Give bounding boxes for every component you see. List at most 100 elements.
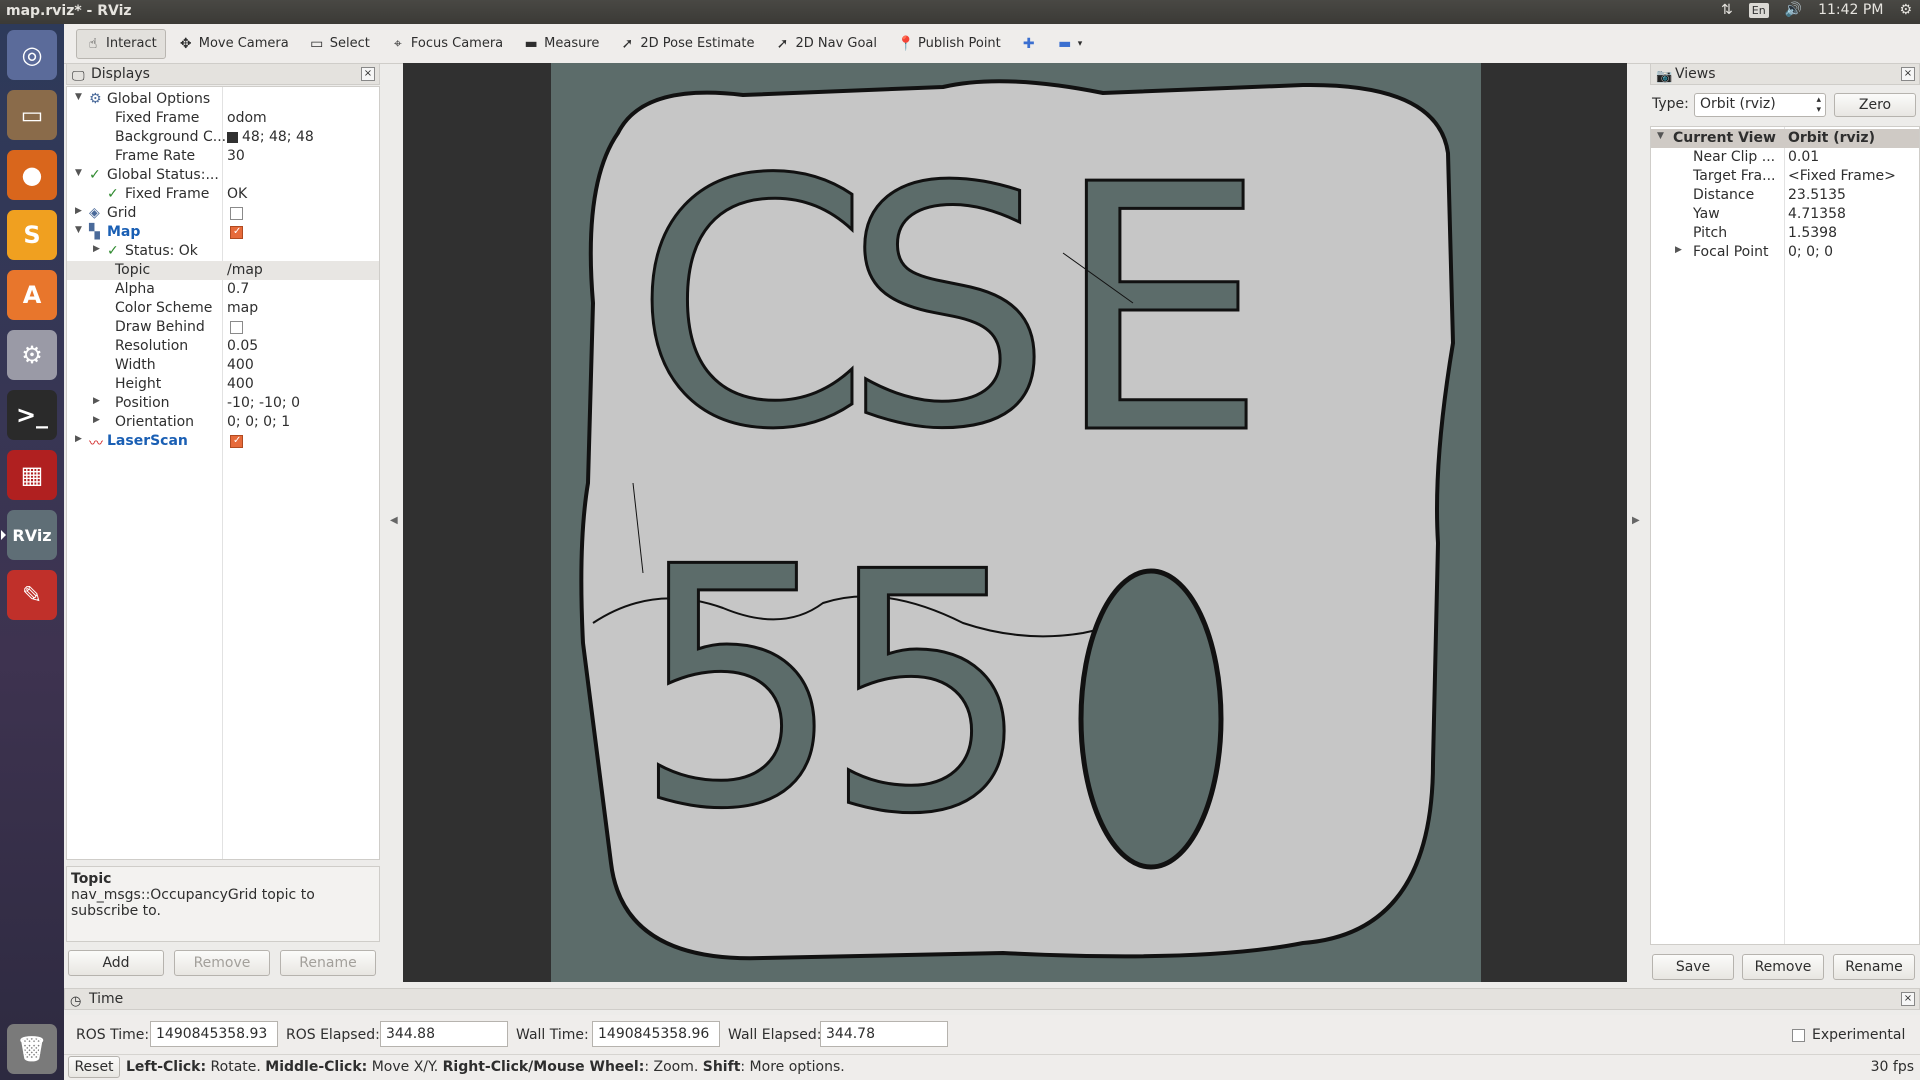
expand-arrow-icon[interactable]: ▼ — [75, 225, 82, 235]
files-icon[interactable]: ▭ — [7, 90, 57, 140]
terminal-icon[interactable]: >_ — [7, 390, 57, 440]
wall-time-field[interactable]: 1490845358.96 — [592, 1021, 720, 1047]
display-row[interactable]: ▶ Orientation 0; 0; 0; 1 — [67, 413, 379, 432]
close-icon[interactable]: × — [361, 67, 375, 81]
add-display-button[interactable]: Add — [68, 950, 164, 976]
view-property-value[interactable]: 23.5135 — [1788, 187, 1846, 203]
trash-icon[interactable]: 🗑 — [7, 1024, 57, 1074]
display-row[interactable]: Color Scheme map — [67, 299, 379, 318]
measure-tool[interactable]: ▬ Measure — [515, 29, 607, 59]
view-property-value[interactable]: 0.01 — [1788, 149, 1819, 165]
display-row[interactable]: ✓ Fixed Frame OK — [67, 185, 379, 204]
save-view-button[interactable]: Save — [1652, 954, 1734, 980]
display-row[interactable]: Draw Behind — [67, 318, 379, 337]
left-splitter-handle[interactable]: ◀ — [390, 515, 398, 526]
displays-tree[interactable]: ▼ ⚙ Global Options Fixed Frame odom Backgroun… — [66, 86, 380, 860]
select-tool[interactable]: ▭ Select — [301, 29, 378, 59]
enable-checkbox[interactable] — [230, 321, 243, 334]
view-property-row[interactable]: ▶ Focal Point 0; 0; 0 — [1651, 243, 1919, 262]
gear-icon[interactable]: ⚙ — [1899, 2, 1912, 18]
app-red-icon[interactable]: ▦ — [7, 450, 57, 500]
property-value[interactable]: odom — [227, 110, 267, 126]
property-value[interactable]: 0.7 — [227, 281, 249, 297]
add-tool-button[interactable]: ✚ — [1013, 29, 1045, 59]
view-property-row[interactable]: Target Fra... <Fixed Frame> — [1651, 167, 1919, 186]
remove-view-button[interactable]: Remove — [1742, 954, 1824, 980]
view-property-row[interactable]: Near Clip ... 0.01 — [1651, 148, 1919, 167]
property-value[interactable]: -10; -10; 0 — [227, 395, 300, 411]
rename-view-button[interactable]: Rename — [1833, 954, 1915, 980]
view-property-value[interactable]: <Fixed Frame> — [1788, 168, 1896, 184]
display-row[interactable]: Width 400 — [67, 356, 379, 375]
property-value[interactable]: 0; 0; 0; 1 — [227, 414, 290, 430]
display-row[interactable]: Resolution 0.05 — [67, 337, 379, 356]
collapse-arrow-icon[interactable]: ▶ — [93, 396, 100, 406]
property-value[interactable]: 0.05 — [227, 338, 258, 354]
display-row[interactable]: Frame Rate 30 — [67, 147, 379, 166]
dash-icon[interactable]: ◎ — [7, 30, 57, 80]
display-row[interactable]: Fixed Frame odom — [67, 109, 379, 128]
nav-goal-tool[interactable]: ➚ 2D Nav Goal — [766, 29, 885, 59]
wall-elapsed-field[interactable]: 344.78 — [820, 1021, 948, 1047]
collapse-arrow-icon[interactable]: ▶ — [1675, 245, 1682, 255]
display-row[interactable]: ▶ ✓ Status: Ok — [67, 242, 379, 261]
interact-tool[interactable]: ☝ Interact — [76, 28, 166, 59]
collapse-arrow-icon[interactable]: ▶ — [75, 434, 82, 444]
display-row[interactable]: Height 400 — [67, 375, 379, 394]
close-icon[interactable]: × — [1901, 992, 1915, 1006]
ros-time-field[interactable]: 1490845358.93 — [150, 1021, 278, 1047]
display-row[interactable]: ▶ 〰 LaserScan — [67, 432, 379, 452]
remove-tool-button[interactable]: ▬ ▾ — [1049, 29, 1091, 59]
expand-arrow-icon[interactable]: ▼ — [75, 168, 82, 178]
view-property-value[interactable]: 1.5398 — [1788, 225, 1837, 241]
texteditor-icon[interactable]: ✎ — [7, 570, 57, 620]
display-row[interactable]: Alpha 0.7 — [67, 280, 379, 299]
view-property-row[interactable]: Pitch 1.5398 — [1651, 224, 1919, 243]
software-center-icon[interactable]: A — [7, 270, 57, 320]
rename-display-button[interactable]: Rename — [280, 950, 376, 976]
ros-elapsed-field[interactable]: 344.88 — [380, 1021, 508, 1047]
rviz-icon[interactable]: RViz — [1, 510, 57, 560]
display-row[interactable]: ▼ ✓ Global Status:... — [67, 166, 379, 185]
enable-checkbox[interactable] — [230, 226, 243, 239]
view-type-select[interactable]: Orbit (rviz) ▴ ▾ — [1694, 93, 1826, 117]
display-row[interactable]: ▼ ⚙ Global Options — [67, 90, 379, 109]
right-splitter-handle[interactable]: ▶ — [1632, 515, 1640, 526]
publish-point-tool[interactable]: 📍 Publish Point — [889, 29, 1009, 59]
3d-viewport[interactable]: C S E 5 5 — [403, 63, 1627, 982]
focus-camera-tool[interactable]: ⌖ Focus Camera — [382, 29, 511, 59]
display-row[interactable]: ▶ Position -10; -10; 0 — [67, 394, 379, 413]
property-value[interactable]: 400 — [227, 376, 254, 392]
keyboard-layout-indicator[interactable]: En — [1748, 2, 1769, 18]
view-property-value[interactable]: 0; 0; 0 — [1788, 244, 1833, 260]
firefox-icon[interactable]: ● — [7, 150, 57, 200]
current-view-row[interactable]: ▼ Current View Orbit (rviz) — [1651, 129, 1919, 148]
property-value[interactable]: 30 — [227, 148, 245, 164]
property-value[interactable]: 48; 48; 48 — [242, 129, 314, 145]
views-tree[interactable]: ▼ Current View Orbit (rviz) Near Clip ... 0.… — [1650, 126, 1920, 945]
network-icon[interactable]: ⇅ — [1721, 2, 1733, 18]
property-value[interactable]: map — [227, 300, 258, 316]
view-property-value[interactable]: 4.71358 — [1788, 206, 1846, 222]
display-row[interactable]: ▶ ◈ Grid — [67, 204, 379, 223]
reset-button[interactable]: Reset — [68, 1056, 120, 1078]
property-value[interactable]: OK — [227, 186, 247, 202]
property-value[interactable]: /map — [227, 262, 263, 278]
expand-arrow-icon[interactable]: ▼ — [1657, 131, 1664, 141]
view-property-row[interactable]: Yaw 4.71358 — [1651, 205, 1919, 224]
settings-icon[interactable]: ⚙ — [7, 330, 57, 380]
display-row[interactable]: ▼ ▚ Map — [67, 223, 379, 242]
view-property-row[interactable]: Distance 23.5135 — [1651, 186, 1919, 205]
property-value[interactable]: 400 — [227, 357, 254, 373]
collapse-arrow-icon[interactable]: ▶ — [93, 415, 100, 425]
pose-estimate-tool[interactable]: ➚ 2D Pose Estimate — [611, 29, 762, 59]
experimental-checkbox[interactable] — [1792, 1029, 1805, 1042]
collapse-arrow-icon[interactable]: ▶ — [93, 244, 100, 254]
close-icon[interactable]: × — [1901, 67, 1915, 81]
enable-checkbox[interactable] — [230, 435, 243, 448]
remove-display-button[interactable]: Remove — [174, 950, 270, 976]
enable-checkbox[interactable] — [230, 207, 243, 220]
move-camera-tool[interactable]: ✥ Move Camera — [170, 29, 297, 59]
zero-button[interactable]: Zero — [1834, 93, 1916, 117]
display-row[interactable]: Background C... 48; 48; 48 — [67, 128, 379, 147]
